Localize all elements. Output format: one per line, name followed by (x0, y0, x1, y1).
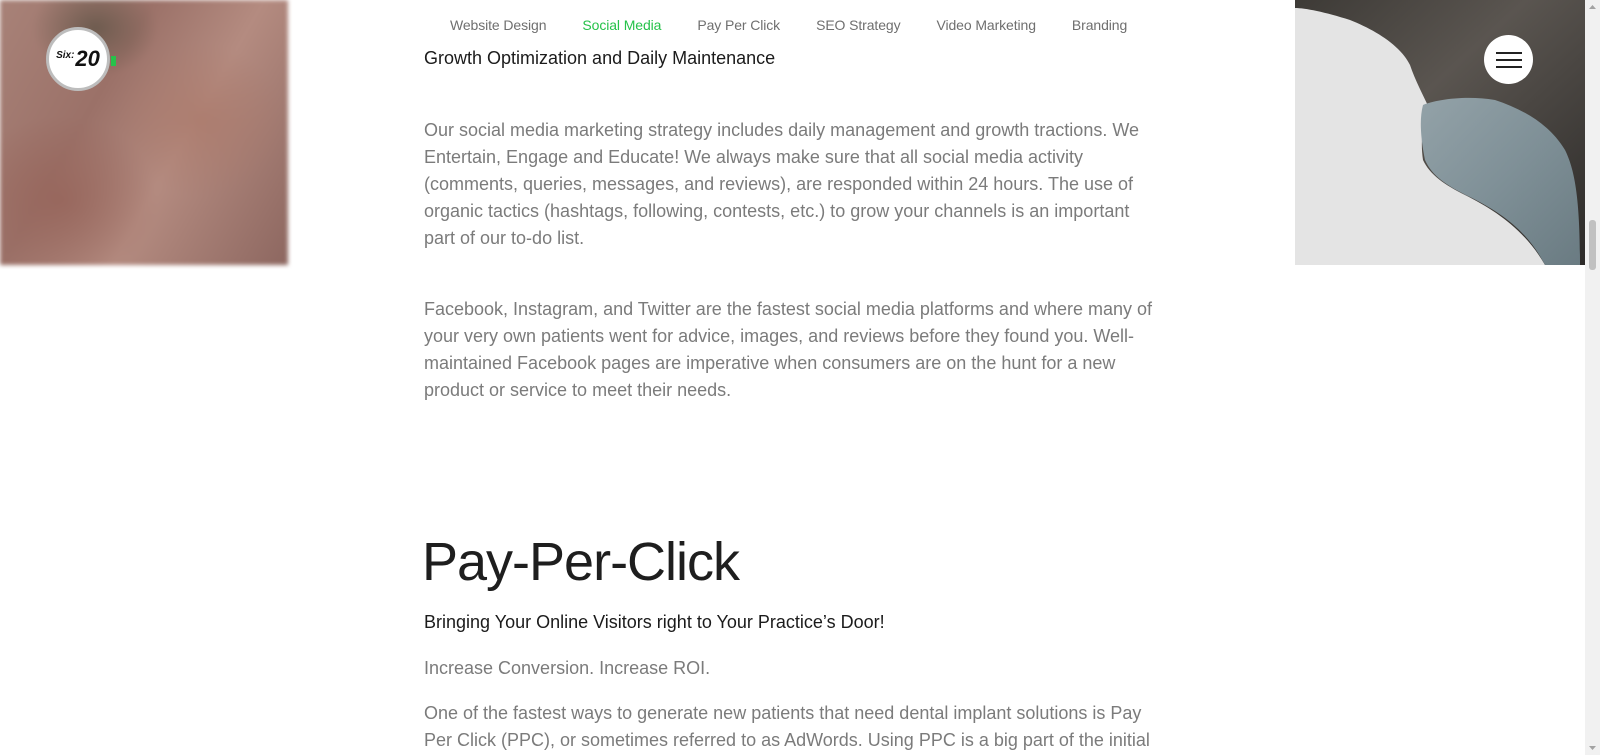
ppc-section-subtitle: Bringing Your Online Visitors right to Y… (424, 612, 885, 632)
logo-prefix: Six: (56, 50, 75, 61)
right-photo-shape (1295, 0, 1585, 265)
logo-accent-mark (111, 56, 116, 66)
nav-item-social-media[interactable]: Social Media (564, 17, 679, 33)
social-subheading: Growth Optimization and Daily Maintenanc… (424, 48, 776, 68)
nav-item-video-marketing[interactable]: Video Marketing (918, 17, 1053, 33)
menu-button[interactable] (1484, 35, 1533, 84)
scroll-down-arrow-icon[interactable] (1585, 741, 1600, 755)
ppc-tagline: Increase Conversion. Increase ROI. (424, 658, 711, 678)
right-background-photo (1295, 0, 1585, 265)
logo-number: 20 (75, 46, 100, 71)
page-scrollbar[interactable] (1585, 0, 1600, 755)
social-paragraph-2: Facebook, Instagram, and Twitter are the… (424, 299, 1153, 400)
page: Six: 20 Website Design Social Media Pay … (0, 0, 1600, 755)
site-logo[interactable]: Six: 20 (46, 27, 116, 91)
ppc-section-title: Pay-Per-Click (422, 532, 740, 592)
left-background-photo (0, 0, 288, 265)
nav-item-website-design[interactable]: Website Design (450, 17, 564, 33)
logo-wordmark: Six: 20 (56, 46, 100, 72)
social-paragraph-1: Our social media marketing strategy incl… (424, 120, 1140, 248)
nav-item-pay-per-click[interactable]: Pay Per Click (679, 17, 798, 33)
scrollbar-thumb[interactable] (1589, 220, 1596, 270)
hamburger-icon (1495, 51, 1522, 68)
scroll-up-arrow-icon[interactable] (1585, 0, 1600, 14)
ppc-paragraph: One of the fastest ways to generate new … (424, 703, 1150, 750)
service-nav: Website Design Social Media Pay Per Clic… (450, 17, 1145, 33)
nav-item-branding[interactable]: Branding (1054, 17, 1145, 33)
nav-item-seo-strategy[interactable]: SEO Strategy (798, 17, 918, 33)
